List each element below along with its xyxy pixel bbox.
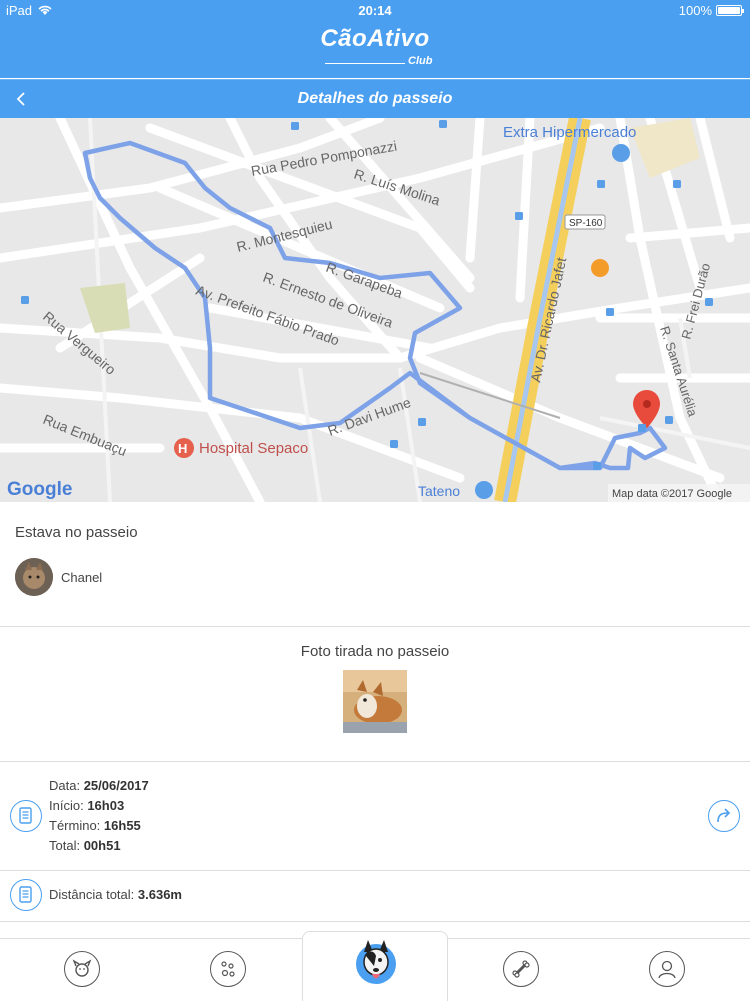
distance-section: Distância total: 3.636m	[0, 871, 750, 921]
battery-icon	[716, 5, 744, 16]
dog-mascot-icon	[352, 938, 400, 986]
date-value: 25/06/2017	[83, 778, 149, 793]
app-header: CãoAtivo Club	[0, 20, 750, 78]
distance-label: Distância total:	[49, 887, 135, 902]
distance-value: 3.636m	[137, 887, 182, 902]
end-value: 16h55	[103, 818, 141, 833]
start-label: Início:	[49, 798, 84, 813]
bone-icon	[503, 951, 539, 987]
pet-avatar	[15, 558, 53, 596]
nav-bar: Detalhes do passeio	[0, 79, 750, 118]
walk-photo[interactable]	[343, 670, 407, 733]
user-profile-icon	[649, 951, 685, 987]
document-icon	[10, 879, 42, 911]
start-value: 16h03	[87, 798, 125, 813]
share-button[interactable]	[708, 800, 740, 832]
svg-text:H: H	[178, 441, 187, 456]
page-title: Detalhes do passeio	[297, 90, 453, 107]
walk-participants-section: Estava no passeio Chanel	[0, 502, 750, 626]
walk-heading: Estava no passeio	[15, 524, 138, 541]
total-value: 00h51	[83, 838, 121, 853]
map-label-hospital: Hospital Sepaco	[199, 440, 308, 457]
tab-dogs[interactable]	[64, 951, 102, 989]
google-logo: Google	[7, 479, 72, 500]
dog-face-icon	[64, 951, 100, 987]
share-arrow-icon	[717, 808, 731, 823]
date-label: Data:	[49, 778, 81, 793]
status-bar: iPad 20:14 100%	[0, 0, 750, 20]
map-label-sp160: SP-160	[569, 218, 603, 229]
map-attribution: Map data ©2017 Google	[612, 488, 732, 500]
app-logo: CãoAtivo Club	[0, 25, 750, 67]
battery-percent: 100%	[678, 3, 712, 18]
end-label: Término:	[49, 818, 101, 833]
map-label-extra: Extra Hipermercado	[503, 124, 636, 141]
tab-walks[interactable]	[210, 951, 248, 989]
logo-sub: Club	[408, 55, 433, 67]
walk-time-section: Data: 25/06/2017 Início: 16h03 Término: …	[0, 762, 750, 870]
walk-time-details: Data: 25/06/2017 Início: 16h03 Término: …	[49, 776, 149, 856]
route-map[interactable]: H Rua Pedro Pomponazzi R. Luís Molina R.…	[0, 118, 750, 502]
pet-name: Chanel	[61, 569, 103, 585]
map-label-tateno: Tateno	[418, 483, 460, 499]
distance-info: Distância total: 3.636m	[49, 885, 182, 905]
document-icon	[10, 800, 42, 832]
paw-prints-icon	[210, 951, 246, 987]
bottom-tab-bar	[0, 931, 750, 1001]
walk-photo-section: Foto tirada no passeio	[0, 627, 750, 761]
tab-home[interactable]	[302, 931, 448, 1001]
logo-brand: CãoAtivo	[320, 25, 430, 52]
pet-item[interactable]: Chanel	[15, 558, 102, 596]
clock: 20:14	[358, 3, 392, 18]
photo-heading: Foto tirada no passeio	[300, 643, 450, 660]
tab-profile[interactable]	[649, 951, 687, 989]
tab-care[interactable]	[503, 951, 541, 989]
total-label: Total:	[49, 838, 81, 853]
divider	[0, 921, 750, 922]
